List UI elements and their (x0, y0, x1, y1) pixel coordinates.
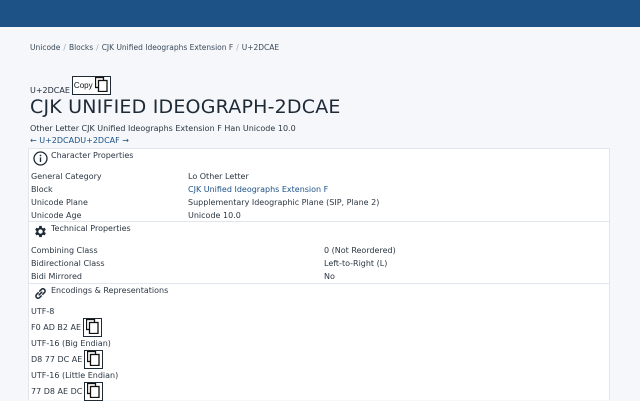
utf8-row: F0 AD B2 AE (31, 318, 102, 337)
block-label: Block (31, 185, 53, 194)
copy-utf16be-button[interactable] (84, 350, 103, 369)
prev-codepoint-link[interactable]: ← U+2DCAD (30, 136, 80, 145)
technical-properties-header: Technical Properties (33, 224, 131, 239)
encodings-card: Encodings & Representations UTF-8 F0 AD … (28, 283, 610, 400)
breadcrumb: Unicode / Blocks / CJK Unified Ideographs Ex… (30, 43, 279, 52)
bidirectional-class-label: Bidirectional Class (31, 259, 104, 268)
utf8-value: F0 AD B2 AE (31, 323, 81, 332)
breadcrumb-separator: / (63, 43, 66, 52)
unicode-plane-label: Unicode Plane (31, 198, 88, 207)
breadcrumb-current: U+2DCAE (242, 43, 279, 52)
copy-utf16le-button[interactable] (84, 382, 103, 401)
codepoint-label: U+2DCAE (30, 86, 70, 95)
bidi-mirrored-label: Bidi Mirrored (31, 272, 82, 281)
utf16le-value: 77 D8 AE DC (31, 387, 82, 396)
codepoint-navigation: ← U+2DCADU+2DCAF → (30, 136, 129, 145)
combining-class-label: Combining Class (31, 246, 98, 255)
breadcrumb-blocks[interactable]: Blocks (69, 43, 93, 52)
encodings-heading: Encodings & Representations (51, 286, 168, 295)
info-icon (33, 151, 48, 166)
copy-button-label: Copy (74, 81, 93, 90)
copy-codepoint-button[interactable]: Copy (72, 76, 111, 95)
gear-icon (33, 224, 48, 239)
block-link[interactable]: CJK Unified Ideographs Extension F (188, 185, 328, 194)
copy-icon (86, 319, 99, 337)
character-meta: Other Letter CJK Unified Ideographs Exte… (30, 124, 296, 133)
copy-utf8-button[interactable] (83, 318, 102, 337)
general-category-value: Lo Other Letter (188, 172, 249, 181)
breadcrumb-separator: / (96, 43, 99, 52)
copy-icon (87, 383, 100, 401)
utf8-label: UTF-8 (31, 307, 54, 316)
next-codepoint-link[interactable]: U+2DCAF → (80, 136, 129, 145)
copy-icon (95, 77, 108, 94)
bidi-mirrored-value: No (324, 272, 335, 281)
top-header-bar (0, 0, 640, 27)
encodings-header: Encodings & Representations (33, 286, 168, 301)
utf16le-label: UTF-16 (Little Endian) (31, 371, 118, 380)
link-icon (33, 286, 48, 301)
utf16le-row: 77 D8 AE DC (31, 382, 103, 401)
breadcrumb-separator: / (236, 43, 239, 52)
combining-class-value: 0 (Not Reordered) (324, 246, 396, 255)
unicode-plane-value: Supplementary Ideographic Plane (SIP, Pl… (188, 198, 379, 207)
general-category-label: General Category (31, 172, 102, 181)
technical-properties-card: Technical Properties Combining Class 0 (… (28, 221, 610, 283)
utf16be-row: D8 77 DC AE (31, 350, 103, 369)
character-properties-heading: Character Properties (51, 151, 133, 160)
unicode-age-value: Unicode 10.0 (188, 211, 241, 220)
copy-icon (87, 351, 100, 369)
utf16be-value: D8 77 DC AE (31, 355, 82, 364)
technical-properties-heading: Technical Properties (51, 224, 131, 233)
bidirectional-class-value: Left-to-Right (L) (324, 259, 387, 268)
breadcrumb-unicode[interactable]: Unicode (30, 43, 60, 52)
character-properties-card: Character Properties General Category Lo… (28, 148, 610, 221)
unicode-age-label: Unicode Age (31, 211, 81, 220)
page-title: CJK UNIFIED IDEOGRAPH-2DCAE (30, 96, 341, 118)
breadcrumb-block[interactable]: CJK Unified Ideographs Extension F (102, 43, 234, 52)
character-properties-header: Character Properties (33, 151, 133, 166)
utf16be-label: UTF-16 (Big Endian) (31, 339, 111, 348)
codepoint-row: U+2DCAE Copy (30, 75, 111, 95)
